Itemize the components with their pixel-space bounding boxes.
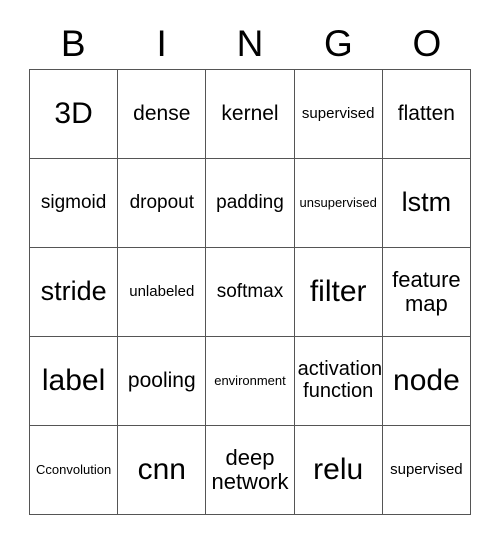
bingo-grid: 3D dense kernel supervised flatten sigmoid dro… [29, 69, 471, 515]
bingo-cell[interactable]: kernel [206, 70, 295, 159]
bingo-header-letter-3: G [324, 23, 353, 64]
bingo-cell[interactable]: lstm [382, 159, 471, 248]
bingo-cell-label: softmax [216, 280, 284, 302]
bingo-cell[interactable]: label [30, 337, 119, 426]
bingo-cell-label: padding [216, 191, 284, 213]
bingo-cell-label: 3D [54, 96, 93, 130]
bingo-header-letter-1: I [156, 23, 167, 64]
bingo-cell-label: cnn [137, 452, 186, 486]
bingo-cell[interactable]: padding [206, 159, 295, 248]
bingo-cell[interactable]: node [382, 337, 471, 426]
bingo-cell-label: relu [313, 452, 364, 486]
bingo-cell-label: filter [309, 274, 367, 308]
bingo-header-letter-4: O [412, 23, 442, 64]
bingo-cell-label: supervised [301, 104, 375, 122]
bingo-cell-label: supervised [390, 460, 463, 478]
bingo-cell[interactable]: dense [118, 70, 207, 159]
bingo-cell-label: unlabeled [129, 282, 195, 300]
bingo-cell[interactable]: pooling [118, 337, 207, 426]
bingo-cell[interactable]: flatten [382, 70, 471, 159]
bingo-cell[interactable]: sigmoid [30, 159, 119, 248]
bingo-cell[interactable]: softmax [206, 248, 295, 337]
bingo-header-letter-0: B [60, 23, 86, 64]
bingo-cell[interactable]: Cconvolution [30, 426, 119, 515]
bingo-cell-label: kernel [221, 101, 279, 125]
bingo-cell-label: flatten [397, 101, 455, 125]
bingo-cell-label: Cconvolution [36, 461, 112, 477]
bingo-cell[interactable]: environment [206, 337, 295, 426]
bingo-cell[interactable]: cnn [118, 426, 207, 515]
bingo-cell-label: activation function [297, 358, 383, 402]
bingo-cell-label: sigmoid [40, 191, 107, 213]
bingo-cell-label: pooling [127, 368, 196, 392]
bingo-cell[interactable]: unsupervised [294, 159, 383, 248]
bingo-cell-label: label [41, 363, 106, 397]
bingo-card: B I N G O 3D dense kernel supervised flatten sigm… [0, 0, 500, 544]
bingo-cell-label: unsupervised [299, 194, 377, 210]
bingo-header: BINGO [29, 18, 471, 69]
bingo-cell-label: stride [40, 276, 107, 307]
bingo-cell[interactable]: dropout [118, 159, 207, 248]
bingo-cell-label: dropout [129, 191, 195, 213]
bingo-cell-label: node [393, 363, 460, 397]
bingo-cell-label: feature map [392, 267, 461, 316]
bingo-cell[interactable]: deep network [206, 426, 295, 515]
bingo-cell[interactable]: activation function [294, 337, 383, 426]
bingo-cell[interactable]: supervised [294, 70, 383, 159]
bingo-header-letter-2: N [236, 23, 264, 64]
bingo-cell[interactable]: supervised [382, 426, 471, 515]
bingo-cell[interactable]: feature map [382, 248, 471, 337]
bingo-cell-label: deep network [211, 445, 289, 494]
bingo-cell[interactable]: relu [294, 426, 383, 515]
bingo-cell-label: dense [133, 101, 191, 125]
bingo-cell[interactable]: filter [294, 248, 383, 337]
bingo-cell[interactable]: 3D [30, 70, 119, 159]
bingo-cell-label: lstm [401, 187, 452, 218]
bingo-cell[interactable]: stride [30, 248, 119, 337]
bingo-cell-label: environment [214, 372, 286, 388]
bingo-cell[interactable]: unlabeled [118, 248, 207, 337]
